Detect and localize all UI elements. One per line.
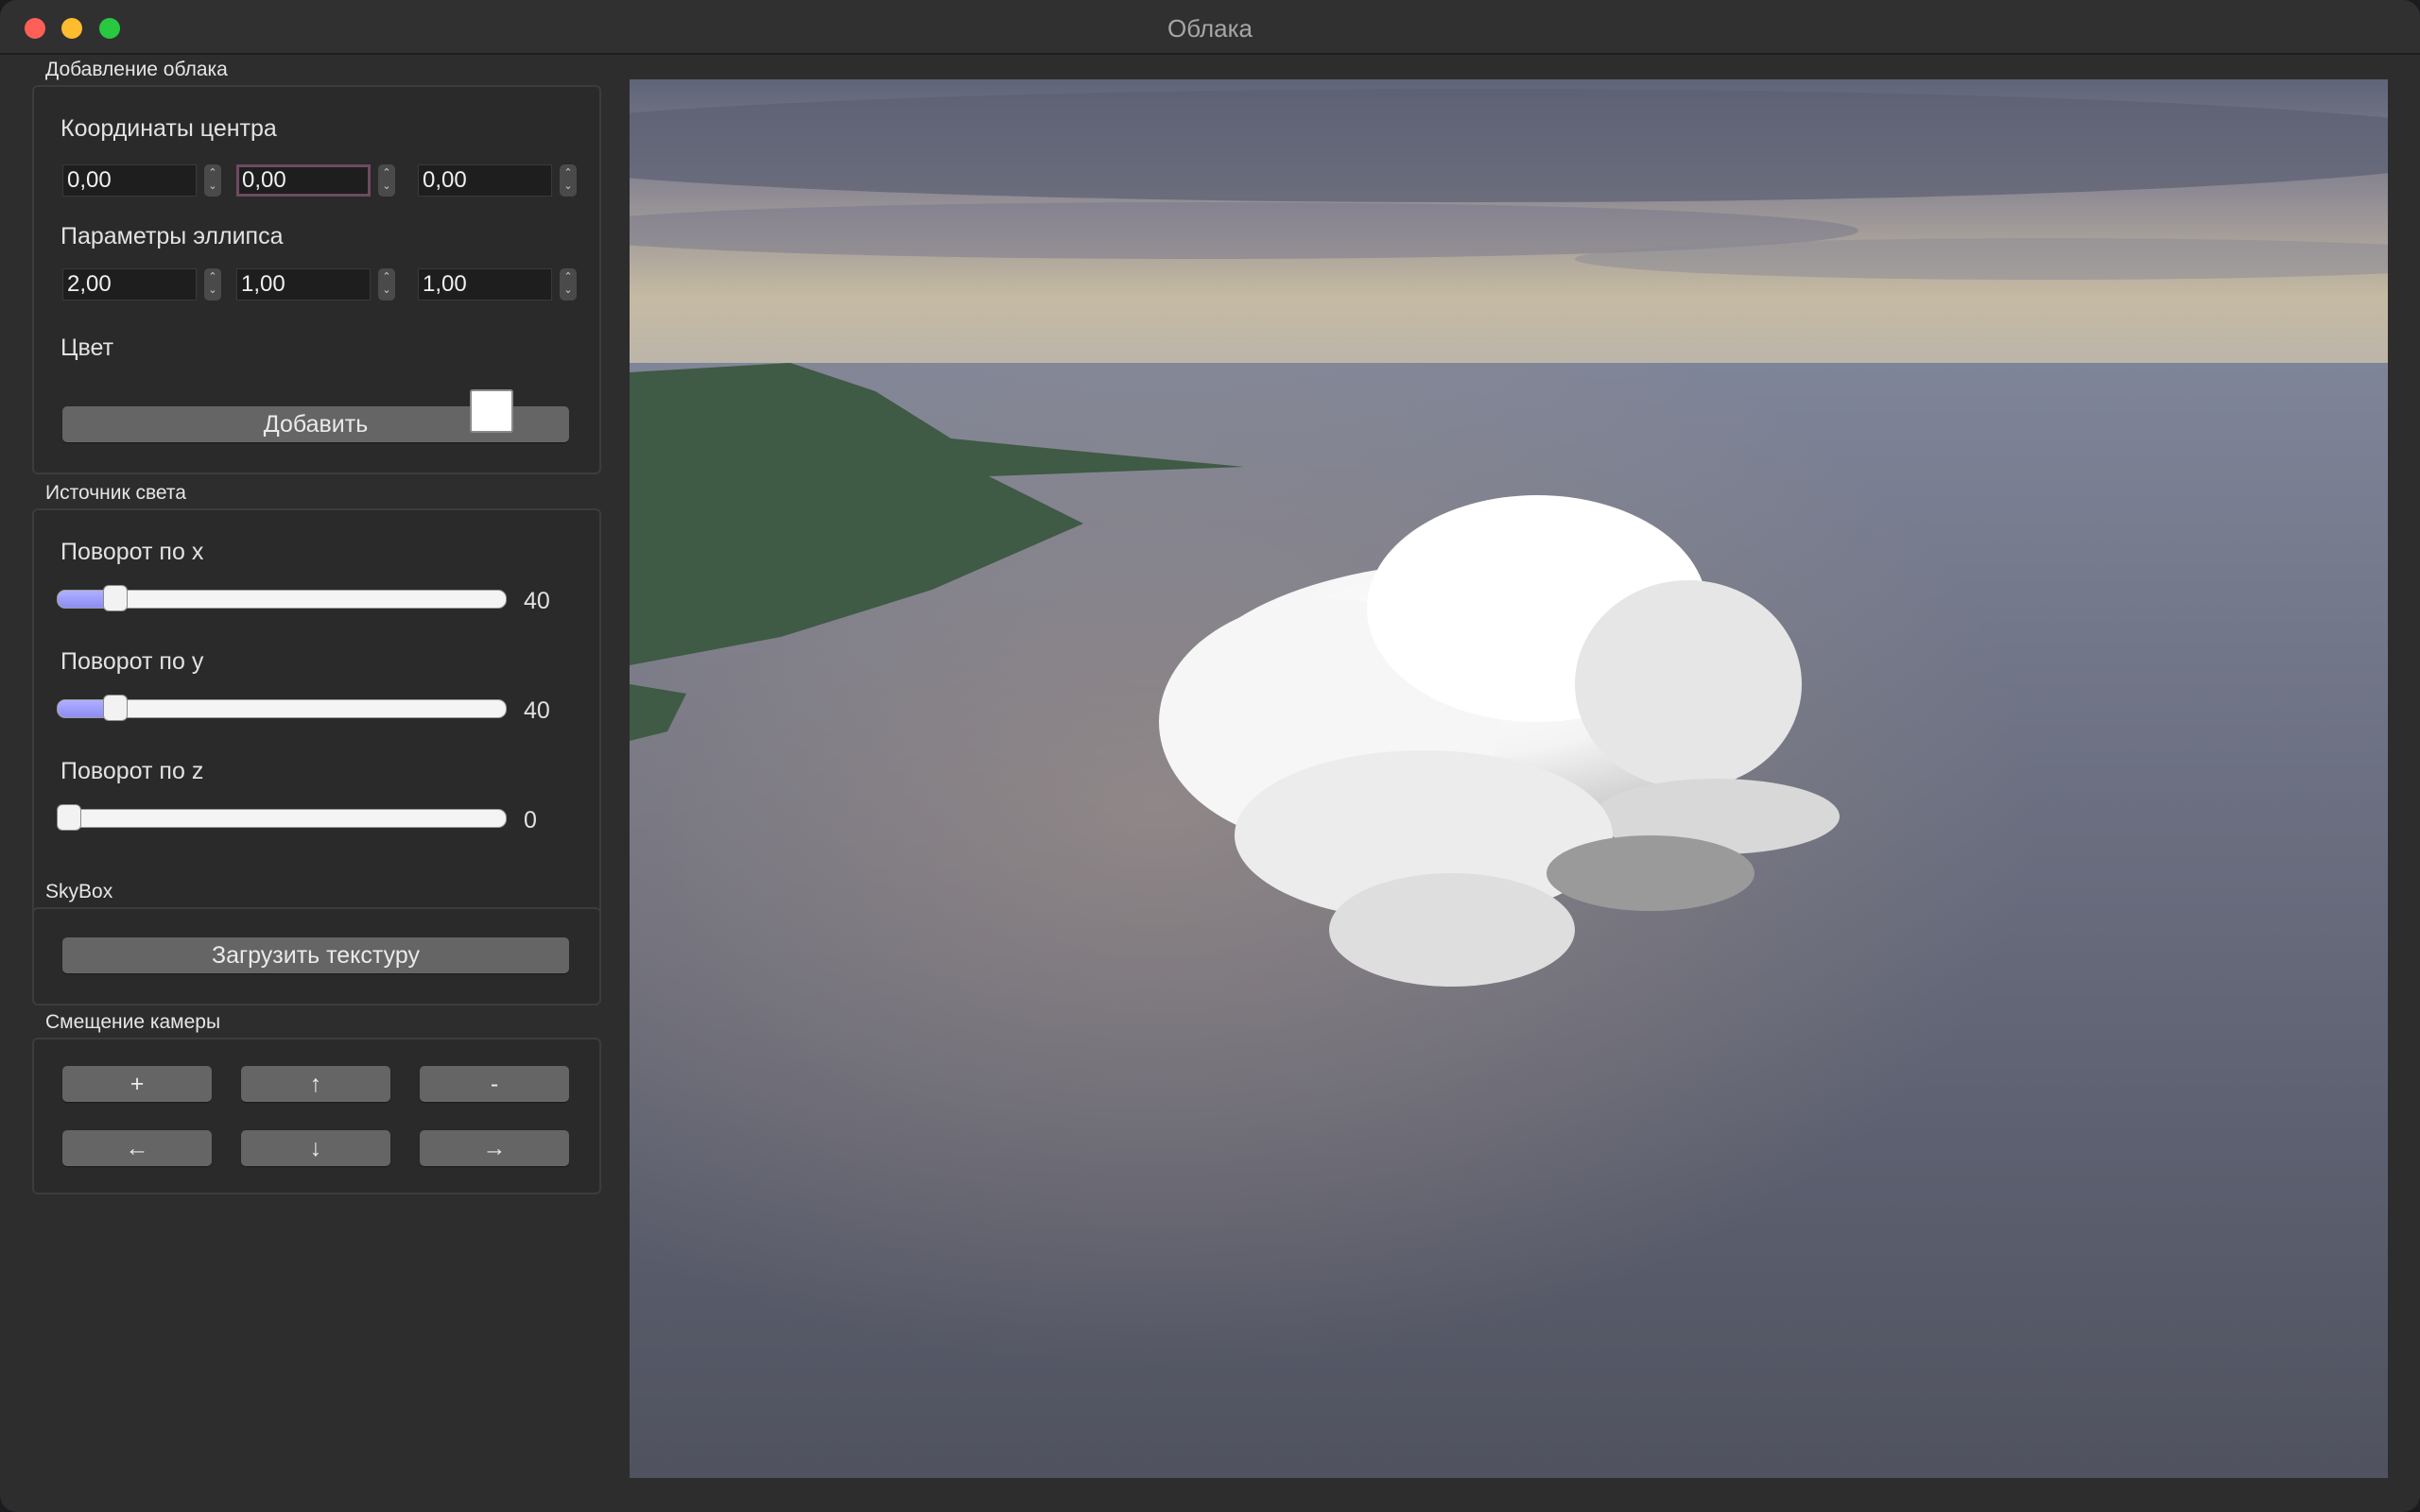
rotation-z-slider[interactable] <box>57 809 507 828</box>
render-viewport[interactable] <box>630 79 2388 1478</box>
ellipse-b-stepper[interactable]: ⌃ ⌄ <box>378 268 395 301</box>
window-title: Облака <box>1167 14 1253 43</box>
camera-group-title: Смещение камеры <box>45 1011 221 1033</box>
title-bar: Облака <box>0 0 2420 55</box>
center-x-stepper[interactable]: ⌃ ⌄ <box>204 164 221 197</box>
app-window: Облака Добавление облака Координаты цент… <box>0 0 2420 1512</box>
camera-right-button[interactable]: → <box>420 1130 569 1166</box>
center-y-field[interactable]: 0,00 <box>236 164 371 197</box>
ellipse-c-field[interactable]: 1,00 <box>418 268 552 301</box>
camera-down-button[interactable]: ↓ <box>241 1130 390 1166</box>
color-label: Цвет <box>60 335 114 361</box>
skybox-group-title: SkyBox <box>45 881 113 902</box>
ellipse-c-stepper[interactable]: ⌃ ⌄ <box>560 268 577 301</box>
center-z-field[interactable]: 0,00 <box>418 164 552 197</box>
light-group-title: Источник света <box>45 482 186 504</box>
ellipse-b-field[interactable]: 1,00 <box>236 268 371 301</box>
ellipse-a-stepper[interactable]: ⌃ ⌄ <box>204 268 221 301</box>
scene-render <box>630 79 2388 1478</box>
slider-x-label: Поворот по x <box>60 539 204 565</box>
cloud-group-box: Координаты центра 0,00 ⌃ ⌄ 0,00 ⌃ ⌄ 0,00 ⌃… <box>32 85 601 474</box>
ellipse-a-field[interactable]: 2,00 <box>62 268 197 301</box>
center-z-stepper[interactable]: ⌃ ⌄ <box>560 164 577 197</box>
rotation-z-value: 0 <box>524 807 537 833</box>
rotation-x-slider-handle[interactable] <box>103 585 129 611</box>
slider-z-label: Поворот по z <box>60 758 204 784</box>
center-x-field[interactable]: 0,00 <box>62 164 197 197</box>
camera-left-button[interactable]: ← <box>62 1130 212 1166</box>
load-texture-button[interactable]: Загрузить текстуру <box>62 937 569 973</box>
cloud-group-title: Добавление облака <box>45 59 228 80</box>
rotation-z-slider-handle[interactable] <box>57 804 81 831</box>
rotation-y-slider-handle[interactable] <box>103 695 129 721</box>
camera-up-button[interactable]: ↑ <box>241 1066 390 1102</box>
rotation-y-value: 40 <box>524 697 550 724</box>
camera-zoom-in-button[interactable]: + <box>62 1066 212 1102</box>
sidebar: Добавление облака Координаты центра 0,00… <box>0 55 614 1510</box>
center-coords-label: Координаты центра <box>60 115 277 142</box>
camera-zoom-out-button[interactable]: - <box>420 1066 569 1102</box>
camera-group-box: + ↑ - ← ↓ → <box>32 1038 601 1194</box>
skybox-group-box: Загрузить текстуру <box>32 907 601 1005</box>
ellipse-params-label: Параметры эллипса <box>60 223 284 249</box>
center-y-stepper[interactable]: ⌃ ⌄ <box>378 164 395 197</box>
rotation-x-value: 40 <box>524 588 550 614</box>
slider-y-label: Поворот по y <box>60 648 204 675</box>
color-swatch-button[interactable] <box>470 389 513 433</box>
